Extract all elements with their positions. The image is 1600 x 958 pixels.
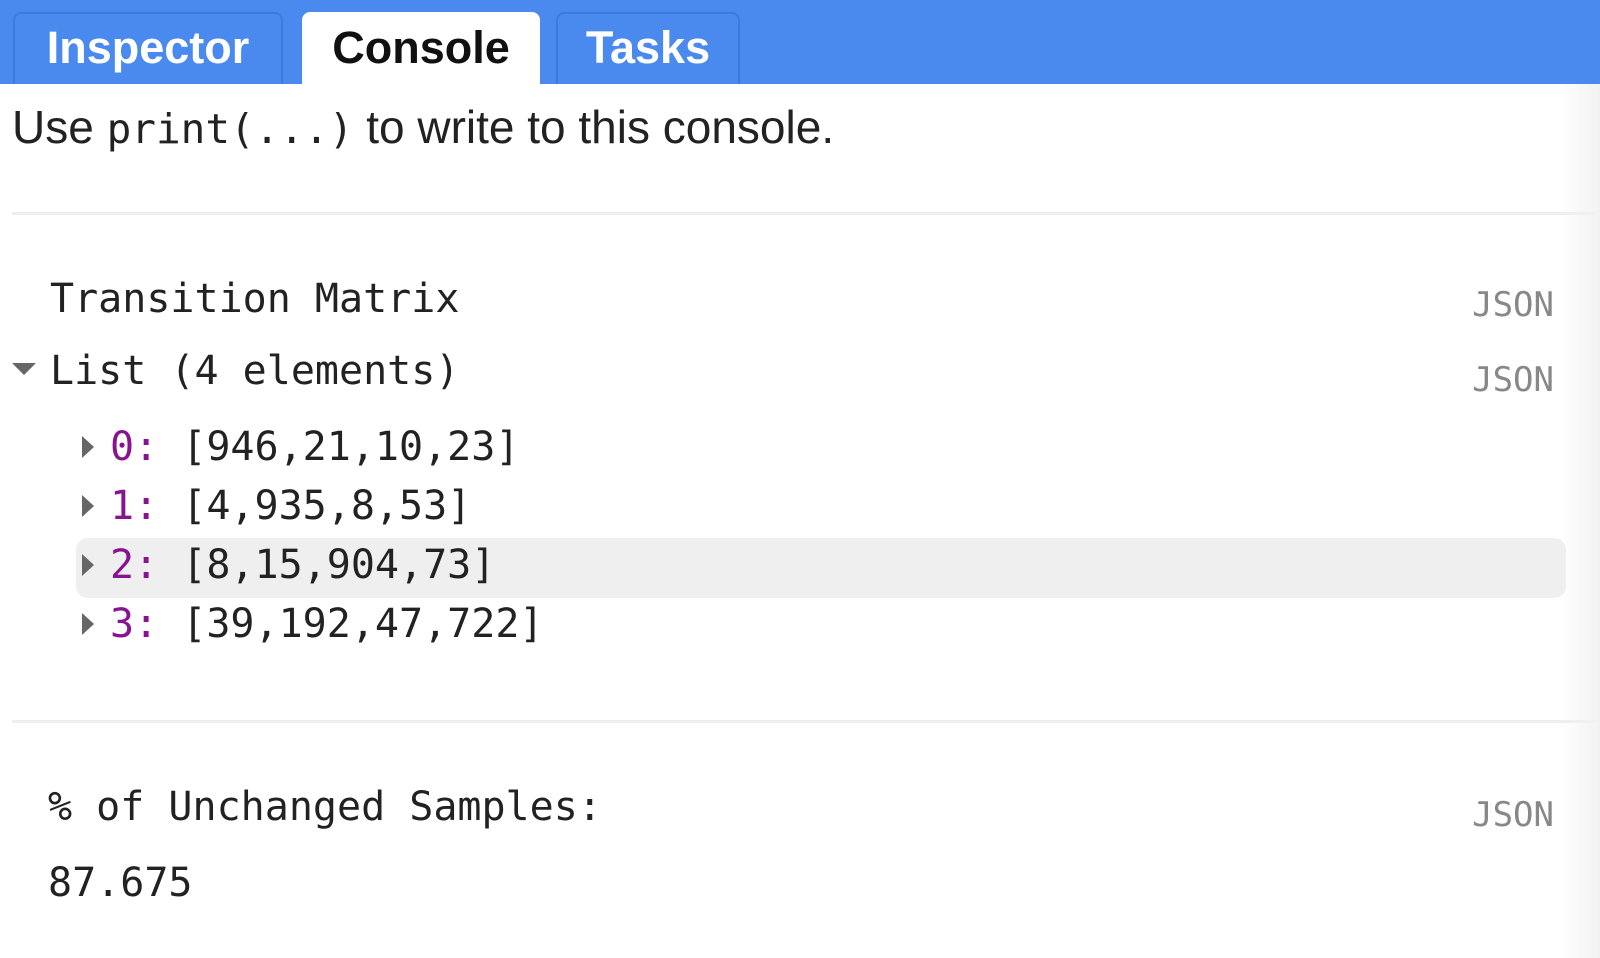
tab-console[interactable]: Console xyxy=(302,12,540,84)
hint-prefix: Use xyxy=(12,101,107,153)
json-button[interactable]: JSON xyxy=(1472,795,1554,835)
hint-code: print(...) xyxy=(106,105,354,153)
json-button[interactable]: JSON xyxy=(1472,285,1554,325)
tab-tasks[interactable]: Tasks xyxy=(556,12,740,84)
list-item[interactable]: 0: [946,21,10,23] xyxy=(76,420,1566,480)
divider xyxy=(12,212,1600,215)
list-item[interactable]: 2: [8,15,904,73] xyxy=(76,538,1566,598)
item-value: [8,15,904,73] xyxy=(182,542,496,588)
divider xyxy=(12,720,1600,723)
expand-triangle-icon[interactable] xyxy=(82,436,94,458)
output-value: 87.675 xyxy=(48,860,193,906)
collapse-triangle-icon[interactable] xyxy=(12,363,36,375)
item-index: 1: xyxy=(110,483,159,529)
item-value: [4,935,8,53] xyxy=(182,483,472,529)
console-hint: Use print(...) to write to this console. xyxy=(12,100,834,154)
list-item[interactable]: 1: [4,935,8,53] xyxy=(76,479,1566,539)
list-item[interactable]: 3: [39,192,47,722] xyxy=(76,597,1566,657)
output-title: % of Unchanged Samples: xyxy=(48,784,602,830)
item-index: 0: xyxy=(110,424,159,470)
expand-triangle-icon[interactable] xyxy=(82,554,94,576)
scroll-edge-shadow xyxy=(1560,84,1600,958)
output-title: Transition Matrix xyxy=(50,276,460,322)
item-value: [946,21,10,23] xyxy=(182,424,520,470)
item-index: 2: xyxy=(110,542,159,588)
list-header[interactable]: List (4 elements) xyxy=(50,348,459,394)
tab-bar: Inspector Console Tasks xyxy=(0,0,1600,84)
expand-triangle-icon[interactable] xyxy=(82,613,94,635)
json-button[interactable]: JSON xyxy=(1472,360,1554,400)
expand-triangle-icon[interactable] xyxy=(82,495,94,517)
item-index: 3: xyxy=(110,601,159,647)
item-value: [39,192,47,722] xyxy=(182,601,544,647)
tab-inspector[interactable]: Inspector xyxy=(13,12,283,84)
hint-suffix: to write to this console. xyxy=(353,101,835,153)
